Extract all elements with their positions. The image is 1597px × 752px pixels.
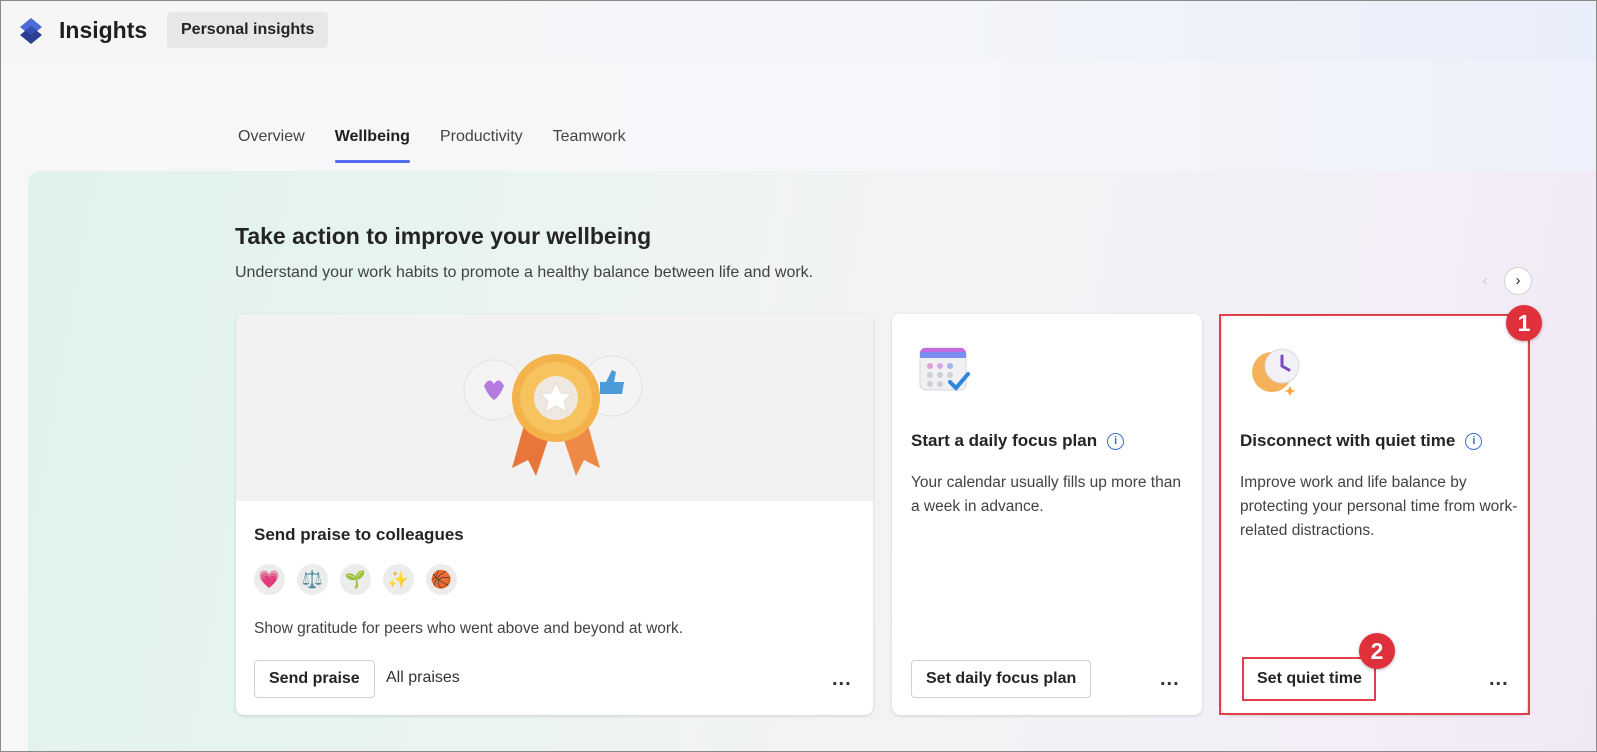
praise-hero-banner <box>236 314 873 501</box>
tab-productivity[interactable]: Productivity <box>440 125 523 163</box>
all-praises-button[interactable]: All praises <box>386 660 460 696</box>
quiet-time-more-button[interactable]: ... <box>1489 668 1509 691</box>
tab-overview[interactable]: Overview <box>238 125 305 163</box>
focus-plan-more-button[interactable]: ... <box>1160 668 1180 691</box>
app-window: Insights Personal insights Overview Well… <box>0 0 1597 752</box>
calendar-check-icon <box>919 347 970 391</box>
insights-logo-icon <box>20 18 42 44</box>
praise-badges: 💗 ⚖️ 🌱 ✨ 🏀 <box>254 564 457 595</box>
tab-wellbeing[interactable]: Wellbeing <box>334 125 411 163</box>
focus-plan-description: Your calendar usually fills up more than… <box>911 474 1181 515</box>
focus-plan-title: Start a daily focus plan i <box>911 431 1125 451</box>
praise-card-title: Send praise to colleagues <box>254 525 464 544</box>
info-icon[interactable]: i <box>1465 433 1483 450</box>
quiet-time-title-text: Disconnect with quiet time <box>1240 431 1456 450</box>
quiet-time-description: Improve work and life balance by protect… <box>1240 474 1518 539</box>
info-icon[interactable]: i <box>1107 433 1125 450</box>
seedling-icon: 🌱 <box>340 564 371 595</box>
send-praise-button[interactable]: Send praise <box>254 660 375 698</box>
sparkles-icon: ✨ <box>383 564 414 595</box>
app-title: Insights <box>59 17 148 43</box>
focus-plan-card: Start a daily focus plan i Your calendar … <box>892 314 1202 715</box>
page-subheading: Understand your work habits to promote a… <box>235 264 814 281</box>
personal-insights-tab[interactable]: Personal insights <box>167 12 329 48</box>
page-heading: Take action to improve your wellbeing <box>235 223 652 249</box>
carousel-prev-button[interactable]: ‹ <box>1471 267 1499 295</box>
tab-teamwork[interactable]: Teamwork <box>553 125 626 163</box>
praise-card: Send praise to colleagues 💗 ⚖️ 🌱 ✨ 🏀 Sho… <box>236 314 873 715</box>
tab-bar: Overview Wellbeing Productivity Teamwork <box>238 125 626 163</box>
set-quiet-time-button[interactable]: Set quiet time <box>1242 660 1377 698</box>
header-bar: Insights Personal insights <box>1 1 1596 61</box>
balance-scale-icon: ⚖️ <box>297 564 328 595</box>
quiet-time-title: Disconnect with quiet time i <box>1240 431 1483 451</box>
heart-icon: 💗 <box>254 564 285 595</box>
annotation-badge-2: 2 <box>1359 633 1395 669</box>
set-daily-focus-plan-button[interactable]: Set daily focus plan <box>911 660 1092 698</box>
carousel-next-button[interactable]: › <box>1504 267 1532 295</box>
moon-clock-icon <box>1252 348 1300 396</box>
praise-more-button[interactable]: ... <box>832 668 852 691</box>
annotation-badge-1: 1 <box>1506 305 1542 341</box>
praise-card-description: Show gratitude for peers who went above … <box>254 620 684 637</box>
focus-plan-title-text: Start a daily focus plan <box>911 431 1098 450</box>
award-medal-icon <box>463 354 643 476</box>
basketball-icon: 🏀 <box>426 564 457 595</box>
